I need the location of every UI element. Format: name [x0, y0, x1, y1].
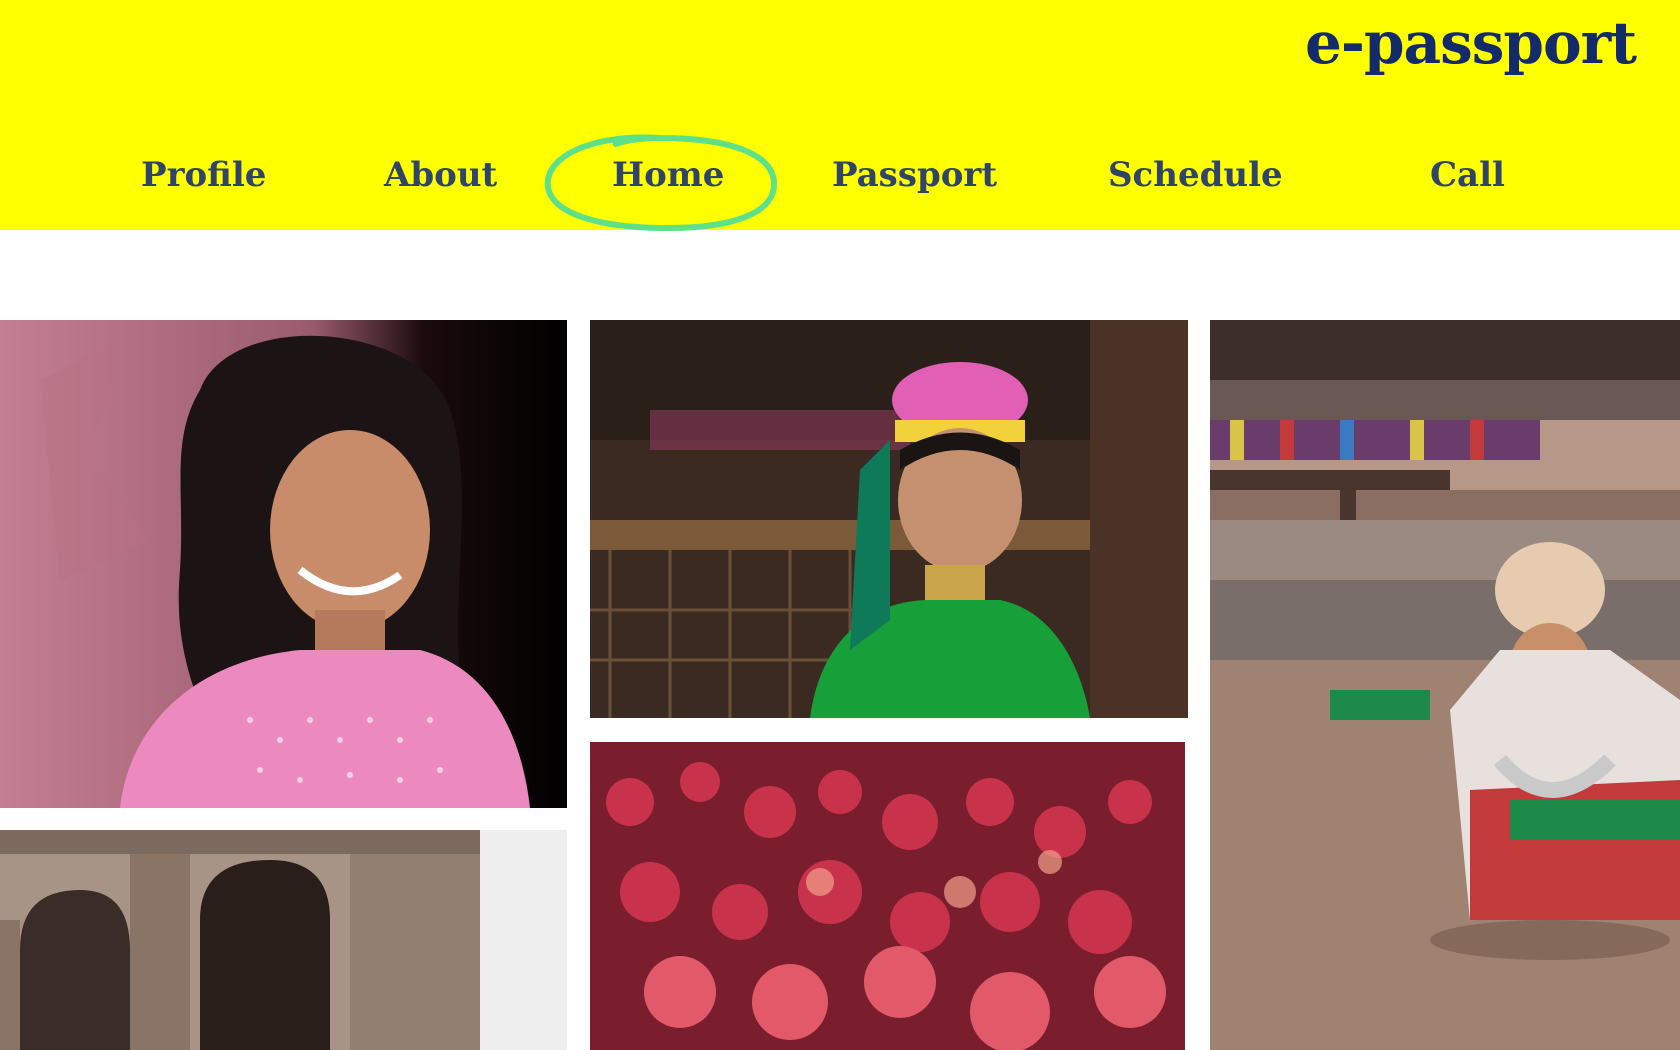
child-costume-image — [1210, 320, 1680, 1050]
photo-child-headdress[interactable] — [590, 320, 1188, 718]
nav-item-schedule[interactable]: Schedule — [1108, 158, 1283, 192]
site-header: e-passport Profile About Home Passport S… — [0, 0, 1680, 232]
photo-color-festival[interactable] — [590, 742, 1185, 1050]
photo-child-costume[interactable] — [1210, 320, 1680, 1050]
nav-item-home[interactable]: Home — [612, 158, 724, 192]
photo-stone-arches[interactable] — [0, 830, 567, 1050]
stone-arches-image — [0, 830, 567, 1050]
color-festival-image — [590, 742, 1185, 1050]
nav-item-about[interactable]: About — [384, 158, 497, 192]
nav-item-call[interactable]: Call — [1430, 158, 1505, 192]
nav-item-profile[interactable]: Profile — [141, 158, 266, 192]
nav-item-passport[interactable]: Passport — [832, 158, 997, 192]
child-headdress-image — [590, 320, 1188, 718]
girl-image — [0, 320, 567, 808]
photo-girl-pink[interactable] — [0, 320, 567, 808]
brand-logo[interactable]: e-passport — [1305, 14, 1637, 72]
